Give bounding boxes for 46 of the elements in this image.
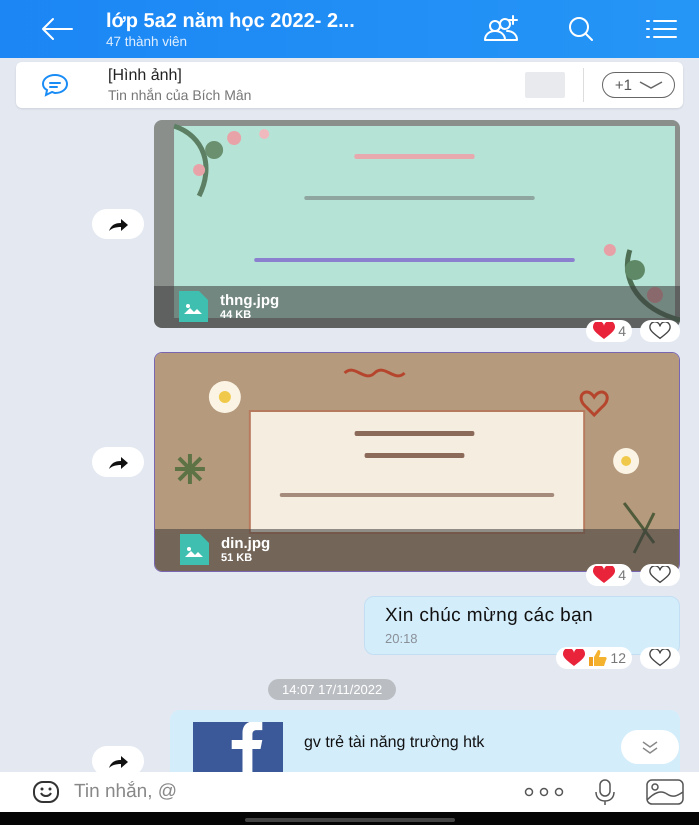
- image-file-icon: [176, 290, 210, 324]
- file-name: din.jpg: [221, 536, 270, 552]
- share-arrow-icon: [107, 216, 129, 232]
- reaction-summary[interactable]: 4: [586, 320, 632, 342]
- image-message[interactable]: thng.jpg 44 KB: [154, 120, 680, 328]
- heart-outline-icon: [649, 322, 671, 340]
- member-count: 47 thành viên: [106, 34, 188, 48]
- more-icon[interactable]: [523, 787, 565, 797]
- heart-reaction-icon: [592, 322, 616, 340]
- share-button[interactable]: [92, 209, 144, 239]
- back-arrow-icon[interactable]: [40, 17, 74, 41]
- microphone-icon[interactable]: [593, 778, 617, 806]
- image-file-icon: [177, 533, 211, 567]
- link-title: gv trẻ tài năng trường htk: [304, 734, 484, 752]
- image-icon[interactable]: [645, 778, 685, 806]
- heart-reaction-icon: [562, 649, 586, 667]
- sticker-icon[interactable]: [32, 779, 60, 805]
- share-arrow-icon: [107, 753, 129, 769]
- share-arrow-icon: [107, 454, 129, 470]
- file-size: 51 KB: [221, 552, 254, 564]
- heart-reaction-icon: [592, 566, 616, 584]
- heart-outline-icon: [649, 566, 671, 584]
- heart-outline-icon: [649, 649, 671, 667]
- double-chevron-icon: [640, 739, 660, 755]
- file-size: 44 KB: [220, 309, 252, 322]
- chat-title: lớp 5a2 năm học 2022- 2...: [106, 10, 356, 32]
- share-button[interactable]: [92, 746, 144, 772]
- react-button[interactable]: [640, 564, 680, 586]
- date-separator: 14:07 17/11/2022: [268, 679, 396, 700]
- message-text: Xin chúc mừng các bạn: [385, 605, 594, 627]
- chat-bubble-icon: [40, 72, 70, 98]
- reaction-summary[interactable]: 4: [586, 564, 632, 586]
- chevron-down-icon: [638, 80, 664, 90]
- thumbs-up-icon: [588, 649, 608, 667]
- reaction-summary[interactable]: 12: [556, 647, 632, 669]
- image-message[interactable]: din.jpg 51 KB: [154, 352, 680, 572]
- share-button[interactable]: [92, 447, 144, 477]
- file-name: thng.jpg: [220, 292, 280, 310]
- react-button[interactable]: [640, 320, 680, 342]
- more-pinned-button[interactable]: +1: [602, 72, 675, 98]
- link-preview-card[interactable]: gv trẻ tài năng trường htk: [170, 710, 680, 772]
- pinned-message-bar[interactable]: [Hình ảnh] Tin nhắn của Bích Mân +1: [16, 62, 683, 108]
- react-button[interactable]: [640, 647, 680, 669]
- pinned-title: [Hình ảnh]: [108, 67, 183, 85]
- message-time: 20:18: [385, 631, 419, 646]
- pinned-sender: Tin nhắn của Bích Mân: [108, 87, 252, 103]
